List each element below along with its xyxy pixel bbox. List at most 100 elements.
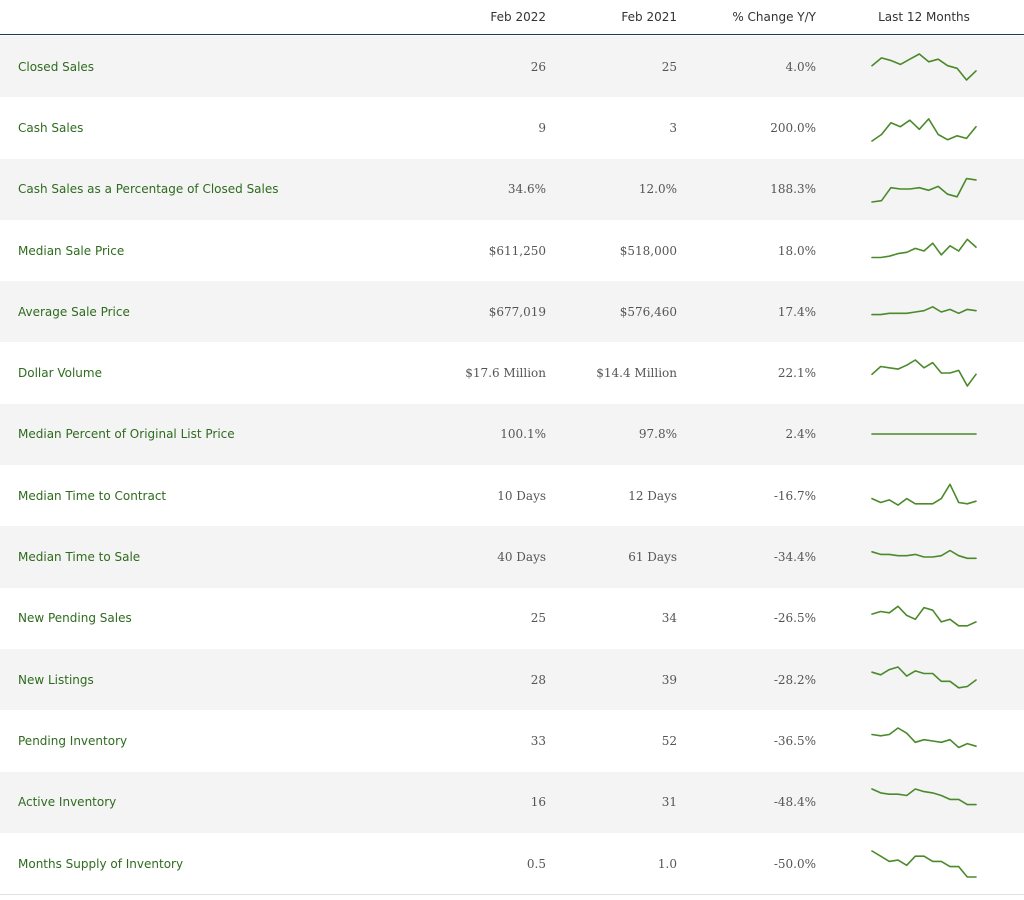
row-label[interactable]: Average Sale Price [18, 305, 130, 319]
row-label[interactable]: Median Time to Contract [18, 489, 166, 503]
table-row: Median Time to Sale 40 Days 61 Days -34.4% [0, 526, 1024, 588]
table-row: Cash Sales 9 3 200.0% [0, 97, 1024, 159]
table-row: Pending Inventory 33 52 -36.5% [0, 710, 1024, 772]
row-label[interactable]: Cash Sales [18, 121, 83, 135]
row-label[interactable]: Median Time to Sale [18, 550, 140, 564]
value-feb-2021: 1.0 [657, 856, 677, 871]
value-feb-2021: 61 Days [628, 550, 677, 565]
sparkline-line [871, 788, 977, 806]
row-label[interactable]: Median Sale Price [18, 244, 124, 258]
sparkline-line [871, 238, 977, 258]
value-feb-2021: 12.0% [638, 182, 677, 197]
value-percent-change: -16.7% [773, 488, 816, 503]
sparkline-chart [871, 665, 977, 689]
sparkline-line [871, 549, 977, 560]
value-feb-2021: 39 [661, 672, 677, 687]
value-feb-2022: 9 [538, 120, 546, 135]
value-feb-2022: 10 Days [497, 488, 546, 503]
sparkline-chart [871, 305, 977, 316]
value-feb-2022: 40 Days [497, 550, 546, 565]
value-feb-2022: 100.1% [500, 427, 546, 442]
row-label[interactable]: New Listings [18, 673, 94, 687]
row-label[interactable]: Pending Inventory [18, 734, 127, 748]
value-feb-2021: 12 Days [628, 488, 677, 503]
value-percent-change: -48.4% [773, 795, 816, 810]
sparkline-line [871, 849, 977, 878]
row-label[interactable]: Closed Sales [18, 60, 94, 74]
sparkline-chart [871, 178, 977, 204]
sparkline-line [871, 52, 977, 81]
table-bottom-divider [0, 894, 1024, 895]
value-feb-2021: 52 [661, 733, 677, 748]
sparkline-chart [871, 483, 977, 506]
value-feb-2022: 0.5 [526, 856, 546, 871]
table-row: Months Supply of Inventory 0.5 1.0 -50.0% [0, 832, 1024, 895]
row-label[interactable]: Dollar Volume [18, 366, 102, 380]
value-percent-change: 18.0% [777, 243, 816, 258]
sparkline-chart [871, 52, 977, 81]
table-row: Median Percent of Original List Price 100… [0, 403, 1024, 466]
table-row: Closed Sales 26 25 4.0% [0, 36, 1024, 98]
value-feb-2021: 3 [669, 120, 677, 135]
value-percent-change: 22.1% [777, 366, 816, 381]
sparkline-chart [871, 238, 977, 258]
value-percent-change: 2.4% [785, 427, 817, 442]
sparkline-chart [871, 605, 977, 627]
value-feb-2021: $14.4 Million [596, 366, 677, 381]
value-feb-2021: 34 [661, 611, 677, 626]
value-percent-change: 200.0% [770, 120, 816, 135]
value-feb-2021: 97.8% [638, 427, 677, 442]
row-label[interactable]: Cash Sales as a Percentage of Closed Sal… [18, 182, 279, 196]
table-row: Median Sale Price $611,250 $518,000 18.0% [0, 219, 1024, 282]
table-row: Cash Sales as a Percentage of Closed Sal… [0, 158, 1024, 220]
value-percent-change: 4.0% [785, 59, 817, 74]
table-row: Active Inventory 16 31 -48.4% [0, 771, 1024, 833]
header-percent-change: % Change Y/Y [732, 10, 816, 24]
sparkline-chart [871, 118, 977, 142]
sparkline-line [871, 178, 977, 204]
value-percent-change: 188.3% [770, 182, 816, 197]
row-label[interactable]: Active Inventory [18, 795, 116, 809]
table-row: New Listings 28 39 -28.2% [0, 649, 1024, 711]
table-row: Dollar Volume $17.6 Million $14.4 Million 2… [0, 342, 1024, 404]
sparkline-chart [871, 433, 977, 436]
row-label[interactable]: New Pending Sales [18, 611, 132, 625]
sparkline-line [871, 665, 977, 689]
row-label[interactable]: Months Supply of Inventory [18, 857, 183, 871]
market-stats-table: Feb 2022 Feb 2021 % Change Y/Y Last 12 M… [0, 0, 1024, 900]
value-feb-2022: $611,250 [488, 243, 546, 258]
value-percent-change: -26.5% [773, 611, 816, 626]
sparkline-line [871, 727, 977, 749]
value-feb-2022: 26 [530, 59, 546, 74]
sparkline-chart [871, 359, 977, 387]
sparkline-chart [871, 549, 977, 560]
table-header: Feb 2022 Feb 2021 % Change Y/Y Last 12 M… [0, 0, 1024, 35]
sparkline-line [871, 305, 977, 316]
value-percent-change: -34.4% [773, 550, 816, 565]
value-feb-2022: 25 [530, 611, 546, 626]
table-row: Average Sale Price $677,019 $576,460 17.4% [0, 281, 1024, 343]
sparkline-line [871, 605, 977, 627]
value-feb-2021: 25 [661, 59, 677, 74]
value-feb-2021: $518,000 [619, 243, 677, 258]
value-feb-2022: 16 [530, 795, 546, 810]
value-feb-2022: $17.6 Million [465, 366, 546, 381]
value-percent-change: -28.2% [773, 672, 816, 687]
value-feb-2022: 33 [530, 733, 546, 748]
value-feb-2022: 28 [530, 672, 546, 687]
value-feb-2022: $677,019 [488, 304, 546, 319]
value-feb-2021: 31 [661, 795, 677, 810]
sparkline-line [871, 359, 977, 387]
header-feb-2021: Feb 2021 [621, 10, 677, 24]
value-feb-2021: $576,460 [619, 304, 677, 319]
header-last-12-months: Last 12 Months [878, 10, 970, 24]
value-feb-2022: 34.6% [507, 182, 546, 197]
value-percent-change: 17.4% [777, 304, 816, 319]
table-row: Median Time to Contract 10 Days 12 Days -16… [0, 465, 1024, 527]
sparkline-chart [871, 727, 977, 749]
sparkline-chart [871, 849, 977, 878]
table-row: New Pending Sales 25 34 -26.5% [0, 587, 1024, 649]
row-label[interactable]: Median Percent of Original List Price [18, 427, 235, 441]
sparkline-line [871, 483, 977, 506]
sparkline-chart [871, 788, 977, 806]
